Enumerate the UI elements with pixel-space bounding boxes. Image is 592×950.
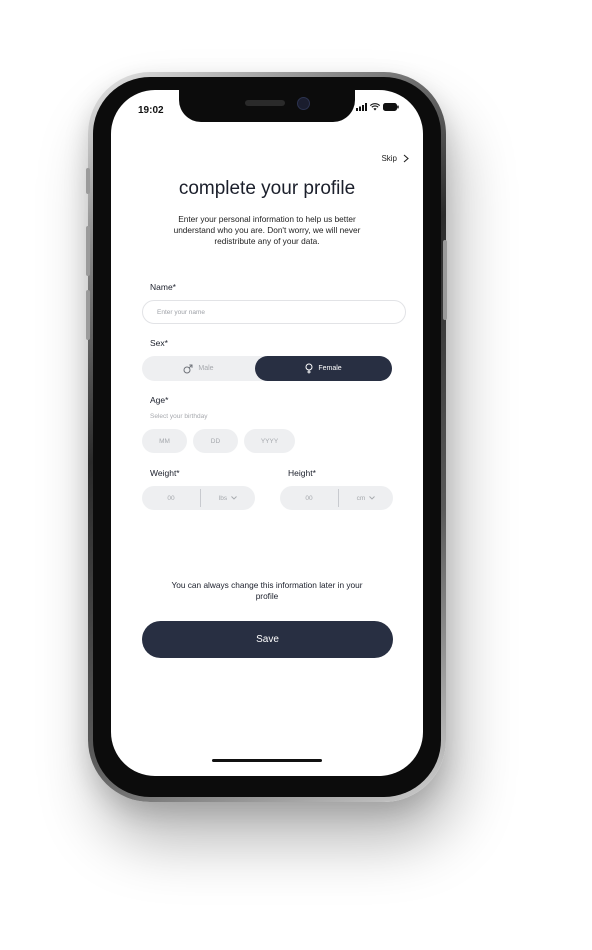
age-year-input[interactable]: YYYY <box>244 429 295 453</box>
power-button <box>443 240 447 320</box>
mute-switch <box>86 168 90 194</box>
page-subtitle: Enter your personal information to help … <box>173 214 361 246</box>
chevron-down-icon <box>369 496 376 500</box>
page-title: complete your profile <box>178 178 356 199</box>
notch <box>179 90 355 122</box>
footer-note: You can always change this information l… <box>171 580 363 601</box>
age-month-input[interactable]: MM <box>142 429 187 453</box>
female-icon <box>305 363 313 374</box>
name-input[interactable]: Enter your name <box>142 300 406 324</box>
status-time: 19:02 <box>138 105 164 116</box>
weight-input[interactable]: 00 lbs <box>142 486 255 510</box>
sex-option-female[interactable]: Female <box>255 356 392 381</box>
name-label: Name* <box>150 282 176 292</box>
weight-value: 00 <box>167 494 175 502</box>
male-icon <box>183 364 193 373</box>
skip-button[interactable]: Skip <box>381 154 409 163</box>
height-unit-label: cm <box>356 494 366 502</box>
age-day-input[interactable]: DD <box>193 429 238 453</box>
age-label: Age* <box>150 395 169 405</box>
height-input[interactable]: 00 cm <box>280 486 393 510</box>
age-month-placeholder: MM <box>159 437 170 445</box>
save-button[interactable]: Save <box>142 621 393 658</box>
save-label: Save <box>256 634 279 645</box>
volume-up-button <box>86 226 90 276</box>
sex-option-female-label: Female <box>318 365 342 372</box>
weight-unit-select[interactable]: lbs <box>201 486 255 510</box>
skip-label: Skip <box>381 154 397 163</box>
sex-toggle: Male Female <box>142 356 392 381</box>
chevron-right-icon <box>403 154 409 163</box>
weight-label: Weight* <box>150 468 180 478</box>
app-screen: 19:02 Skip complete your profile Enter y… <box>111 90 423 776</box>
age-year-placeholder: YYYY <box>260 437 279 445</box>
sex-option-male[interactable]: Male <box>142 356 255 381</box>
volume-down-button <box>86 290 90 340</box>
speaker <box>245 100 285 106</box>
weight-unit-label: lbs <box>218 494 228 502</box>
age-day-placeholder: DD <box>210 437 221 445</box>
chevron-down-icon <box>231 496 237 500</box>
name-placeholder: Enter your name <box>157 308 206 316</box>
status-icons <box>356 103 399 111</box>
age-hint: Select your birthday <box>150 413 208 420</box>
height-unit-select[interactable]: cm <box>339 486 393 510</box>
height-label: Height* <box>288 468 316 478</box>
wifi-icon <box>370 103 380 111</box>
signal-icon <box>356 103 367 111</box>
sex-label: Sex* <box>150 338 168 348</box>
front-camera <box>297 97 310 110</box>
sex-option-male-label: Male <box>198 365 214 372</box>
home-indicator[interactable] <box>212 759 322 762</box>
battery-icon <box>383 103 399 111</box>
height-value: 00 <box>305 494 313 502</box>
